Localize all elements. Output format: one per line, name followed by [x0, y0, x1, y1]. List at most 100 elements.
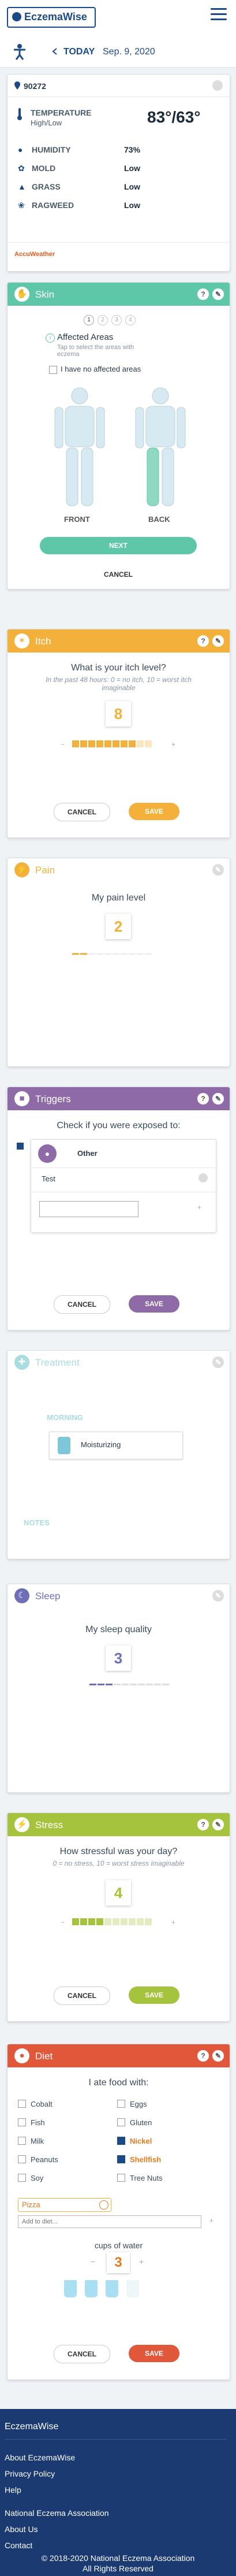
- scale-segment[interactable]: [145, 740, 152, 747]
- scale-segment[interactable]: [80, 953, 87, 955]
- diet-checkbox[interactable]: [18, 2118, 26, 2126]
- scale-segment[interactable]: [154, 1684, 161, 1685]
- help-icon[interactable]: ?: [197, 2050, 209, 2062]
- diet-checkbox[interactable]: [18, 2100, 26, 2108]
- scale-segment[interactable]: [88, 1918, 95, 1925]
- water-plus-icon[interactable]: +: [139, 2257, 144, 2266]
- footer-link-about-eczemawise[interactable]: About EczemaWise: [5, 2453, 75, 2462]
- diet-option[interactable]: Gluten: [117, 2118, 152, 2127]
- diet-checkbox[interactable]: [18, 2155, 26, 2163]
- body-back-map[interactable]: [129, 387, 192, 508]
- stress-scale[interactable]: [72, 1918, 152, 1925]
- scale-segment[interactable]: [96, 1918, 103, 1925]
- chevron-left-icon[interactable]: [52, 48, 58, 55]
- scale-segment[interactable]: [162, 1684, 169, 1685]
- scale-segment[interactable]: [137, 953, 144, 955]
- triggers-save-button[interactable]: SAVE: [129, 1295, 179, 1313]
- diet-checkbox[interactable]: [117, 2118, 125, 2126]
- scale-segment[interactable]: [138, 1684, 145, 1685]
- scale-segment[interactable]: [145, 953, 152, 955]
- step-4[interactable]: 4: [125, 315, 136, 325]
- minus-icon[interactable]: −: [61, 740, 65, 748]
- edit-icon[interactable]: ✎: [212, 635, 224, 647]
- diet-option[interactable]: Eggs: [117, 2100, 147, 2108]
- scale-segment[interactable]: [96, 953, 103, 955]
- scale-segment[interactable]: [89, 1684, 96, 1685]
- step-1[interactable]: 1: [84, 315, 94, 325]
- remove-entry-icon[interactable]: [198, 1173, 208, 1183]
- scale-segment[interactable]: [72, 953, 79, 955]
- scale-segment[interactable]: [80, 740, 87, 747]
- minus-icon[interactable]: −: [61, 1918, 65, 1926]
- zip-code[interactable]: 90272: [24, 81, 46, 91]
- edit-icon[interactable]: ✎: [212, 864, 224, 876]
- scale-segment[interactable]: [114, 1684, 121, 1685]
- itch-save-button[interactable]: SAVE: [129, 803, 179, 820]
- help-icon[interactable]: ?: [197, 635, 209, 647]
- scale-segment[interactable]: [80, 1918, 87, 1925]
- add-food-icon[interactable]: +: [209, 2217, 213, 2225]
- plus-icon[interactable]: +: [171, 740, 175, 748]
- footer-link-privacy[interactable]: Privacy Policy: [5, 2469, 55, 2478]
- diet-option[interactable]: Shellfish: [117, 2155, 161, 2164]
- diet-option[interactable]: Soy: [18, 2174, 43, 2182]
- help-icon[interactable]: ?: [197, 1819, 209, 1830]
- footer-link-about-us[interactable]: About Us: [5, 2525, 38, 2534]
- footer-link-help[interactable]: Help: [5, 2485, 21, 2495]
- scale-segment[interactable]: [121, 740, 128, 747]
- diet-option[interactable]: Cobalt: [18, 2100, 53, 2108]
- step-3[interactable]: 3: [111, 315, 122, 325]
- diet-checkbox[interactable]: [117, 2155, 125, 2163]
- remove-tag-icon[interactable]: [99, 2200, 108, 2210]
- diet-option[interactable]: Tree Nuts: [117, 2174, 163, 2182]
- stress-cancel-button[interactable]: CANCEL: [54, 1986, 110, 2005]
- scale-segment[interactable]: [104, 1918, 111, 1925]
- skin-cancel-button[interactable]: CANCEL: [95, 566, 141, 583]
- accuweather-logo[interactable]: AccuWeather: [14, 251, 55, 258]
- diet-cancel-button[interactable]: CANCEL: [54, 2345, 110, 2363]
- diet-option[interactable]: Peanuts: [18, 2155, 58, 2164]
- custom-food-tag[interactable]: Pizza: [18, 2198, 111, 2212]
- diet-checkbox[interactable]: [117, 2137, 125, 2145]
- diet-checkbox[interactable]: [117, 2174, 125, 2182]
- scale-segment[interactable]: [145, 1918, 152, 1925]
- close-icon[interactable]: [212, 80, 223, 91]
- edit-icon[interactable]: ✎: [212, 1093, 224, 1104]
- triggers-cancel-button[interactable]: CANCEL: [54, 1295, 110, 1314]
- other-checkbox[interactable]: [17, 1143, 24, 1150]
- edit-icon[interactable]: ✎: [212, 1819, 224, 1830]
- diet-option[interactable]: Fish: [18, 2118, 45, 2127]
- scale-segment[interactable]: [113, 953, 119, 955]
- eczemawise-logo[interactable]: EczemaWise: [7, 7, 96, 28]
- scale-segment[interactable]: [113, 740, 119, 747]
- scale-segment[interactable]: [129, 740, 136, 747]
- scale-segment[interactable]: [72, 1918, 79, 1925]
- scale-segment[interactable]: [104, 953, 111, 955]
- edit-icon[interactable]: ✎: [212, 1590, 224, 1602]
- help-icon[interactable]: ?: [197, 1093, 209, 1104]
- scale-segment[interactable]: [88, 740, 95, 747]
- edit-icon[interactable]: ✎: [212, 288, 224, 300]
- edit-icon[interactable]: ✎: [212, 1356, 224, 1368]
- scale-segment[interactable]: [113, 1918, 119, 1925]
- plus-icon[interactable]: +: [171, 1918, 175, 1926]
- footer-link-nea[interactable]: National Eczema Association: [5, 2508, 109, 2518]
- water-minus-icon[interactable]: −: [91, 2257, 95, 2266]
- scale-segment[interactable]: [104, 740, 111, 747]
- add-food-input[interactable]: [18, 2215, 201, 2228]
- diet-checkbox[interactable]: [18, 2174, 26, 2182]
- scale-segment[interactable]: [137, 1918, 144, 1925]
- add-trigger-icon[interactable]: +: [197, 1203, 201, 1211]
- scale-segment[interactable]: [137, 740, 144, 747]
- scale-segment[interactable]: [121, 953, 128, 955]
- trigger-add-input[interactable]: [39, 1201, 138, 1217]
- scale-segment[interactable]: [88, 953, 95, 955]
- scale-segment[interactable]: [129, 953, 136, 955]
- scale-segment[interactable]: [122, 1684, 129, 1685]
- scale-segment[interactable]: [130, 1684, 137, 1685]
- body-front-map[interactable]: [48, 387, 111, 508]
- scale-segment[interactable]: [96, 740, 103, 747]
- diet-option[interactable]: Nickel: [117, 2137, 152, 2145]
- scale-segment[interactable]: [98, 1684, 104, 1685]
- scale-segment[interactable]: [106, 1684, 113, 1685]
